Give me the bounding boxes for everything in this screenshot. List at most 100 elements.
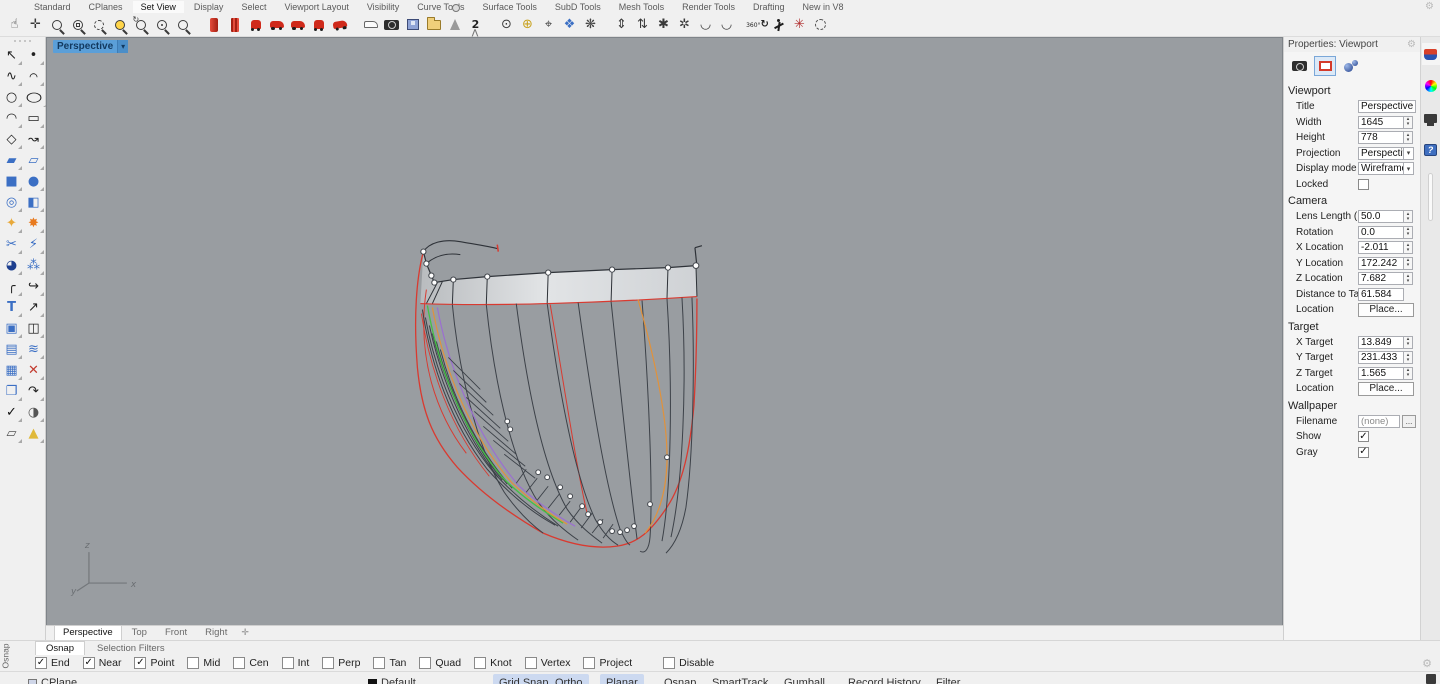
checkbox-knot[interactable] [474,657,486,669]
loft-tool-icon[interactable]: ≋ [23,339,45,360]
status-item-ortho[interactable]: Ortho [549,674,589,684]
array-tool-icon[interactable]: ▦ [1,360,23,381]
shade-tool-icon[interactable]: ◑ [23,402,45,423]
set-view-right-icon[interactable] [266,14,287,35]
perspective-viewport-canvas[interactable]: z x y Perspective ▾ [46,37,1283,625]
spinner-arrows[interactable]: ▴▾ [1404,367,1413,380]
osnap-toggle-project[interactable]: Project [583,657,632,669]
freeform-curve-icon[interactable]: ↝ [23,129,45,150]
spinner-arrows[interactable]: ▴▾ [1404,116,1413,129]
menu-tab-subd-tools[interactable]: SubD Tools [547,1,609,13]
osnap-toggle-perp[interactable]: Perp [322,657,360,669]
menu-tab-render-tools[interactable]: Render Tools [674,1,743,13]
checkbox-vertex[interactable] [525,657,537,669]
walkabout-icon[interactable] [768,14,789,35]
splop-view-icon[interactable]: ✳ [789,14,810,35]
synchronize-views-icon[interactable] [810,14,831,35]
orient-tool-icon[interactable]: ↷ [23,381,45,402]
zoom-extents-icon[interactable] [109,14,130,35]
camera-target-icon[interactable]: ⊙ [496,14,517,35]
menu-tab-set-view[interactable]: Set View [133,1,184,13]
menu-tab-display[interactable]: Display [186,1,232,13]
display-mode-select[interactable]: Wireframe [1358,162,1404,175]
status-item-default[interactable]: Default [362,674,422,684]
location-place-button[interactable]: Place... [1358,382,1414,396]
single-point-icon[interactable]: • [23,45,45,66]
y-target-input[interactable]: 231.433 [1358,351,1404,364]
status-checkbox[interactable] [28,679,37,684]
fillet-tool-icon[interactable]: ╭ [1,276,23,297]
spinner-arrows[interactable]: ▴▾ [1404,336,1413,349]
array-curve-icon[interactable]: ✕ [23,360,45,381]
distance-to-ta-input[interactable]: 61.584 [1358,288,1404,301]
rotate-view-ccw-icon[interactable]: ✱ [653,14,674,35]
restore-named-view-icon[interactable] [203,14,224,35]
layer-tools-icon[interactable]: ❐ [1,381,23,402]
toolbar-options-gear-icon[interactable]: ⚙ [1425,1,1434,12]
status-item-smarttrack[interactable]: SmartTrack [706,674,774,684]
zoom-1to1-icon[interactable] [172,14,193,35]
surface-patch-icon[interactable]: ▱ [23,150,45,171]
zoom-lens-icon[interactable] [444,14,465,35]
text-tool-icon[interactable]: T [1,297,23,318]
status-item-cplane[interactable]: CPlane [22,674,83,684]
status-item-planar[interactable]: Planar [600,674,644,684]
undo-view-change-icon[interactable] [130,14,151,35]
menu-tab-surface-tools[interactable]: Surface Tools [475,1,545,13]
spinner-arrows[interactable]: ▴▾ [1404,241,1413,254]
rock-view-right-icon[interactable]: ◡ [716,14,737,35]
height-input[interactable]: 778 [1358,131,1404,144]
status-item-record-history[interactable]: Record History [842,674,927,684]
surface-3pt-icon[interactable]: ▰ [1,150,23,171]
select-arrow-icon[interactable]: ↖ [1,45,23,66]
trim-tool-icon[interactable]: ✂ [1,234,23,255]
menu-tab-curve-tools[interactable]: Curve Tools [409,1,472,13]
polygon-tool-icon[interactable]: ◇ [1,129,23,150]
curve-boolean-icon[interactable]: ◕ [1,255,23,276]
viewport-title-dropdown-icon[interactable]: ▾ [117,40,128,53]
adjust-clipping-planes-icon[interactable]: ❖ [559,14,580,35]
checkbox-disable[interactable] [663,657,675,669]
dropdown-arrow-icon[interactable]: ▾ [1404,162,1414,175]
x-target-input[interactable]: 13.849 [1358,336,1404,349]
place-camera-target-icon[interactable]: ⌖ [538,14,559,35]
osnap-options-gear-icon[interactable]: ⚙ [1422,657,1432,670]
extend-tool-icon[interactable]: ↪ [23,276,45,297]
display-mode-tab[interactable] [1422,107,1440,129]
light-page-button[interactable] [1340,56,1362,76]
set-camera-target-icon[interactable]: ⊕ [517,14,538,35]
menu-tab-visibility[interactable]: Visibility [359,1,407,13]
dropdown-arrow-icon[interactable]: ▾ [1404,147,1414,160]
checkbox-cen[interactable] [233,657,245,669]
panel-options-gear-icon[interactable]: ⚙ [1407,39,1416,50]
menu-tab-new-in-v8[interactable]: New in V8 [795,1,852,13]
status-item-filter[interactable]: Filter [930,674,966,684]
set-view-front-icon[interactable] [245,14,266,35]
checkbox-quad[interactable] [419,657,431,669]
status-item-osnap[interactable]: Osnap [658,674,702,684]
checkbox-mid[interactable] [187,657,199,669]
osnap-toggle-disable[interactable]: Disable [663,657,714,669]
show-checkbox[interactable]: ✓ [1358,431,1369,442]
pan-view-icon[interactable]: ☝ [4,14,25,35]
torus-tool-icon[interactable]: ◎ [1,192,23,213]
viewport-tab-perspective[interactable]: Perspective [54,625,122,640]
help-tab[interactable]: ? [1422,139,1440,161]
menu-tab-drafting[interactable]: Drafting [745,1,793,13]
checkbox-tan[interactable] [373,657,385,669]
checkbox-point[interactable]: ✓ [134,657,146,669]
explode-tool-icon[interactable]: ✸ [23,213,45,234]
checkbox-end[interactable]: ✓ [35,657,47,669]
zoom-selected-icon[interactable] [88,14,109,35]
plane-tool-icon[interactable]: ◧ [23,192,45,213]
viewport-tab-top[interactable]: Top [124,626,155,640]
browse-button[interactable]: ... [1402,415,1416,428]
osnap-toggle-quad[interactable]: Quad [419,657,461,669]
show-camera-icon[interactable] [381,14,402,35]
osnap-toggle-end[interactable]: ✓End [35,657,70,669]
tilt-view-up-icon[interactable]: ⇕ [611,14,632,35]
display-color-tab[interactable] [1422,75,1440,97]
spinner-arrows[interactable]: ▴▾ [1404,272,1413,285]
save-named-view-icon[interactable] [402,14,423,35]
named-views-icon[interactable] [360,14,381,35]
